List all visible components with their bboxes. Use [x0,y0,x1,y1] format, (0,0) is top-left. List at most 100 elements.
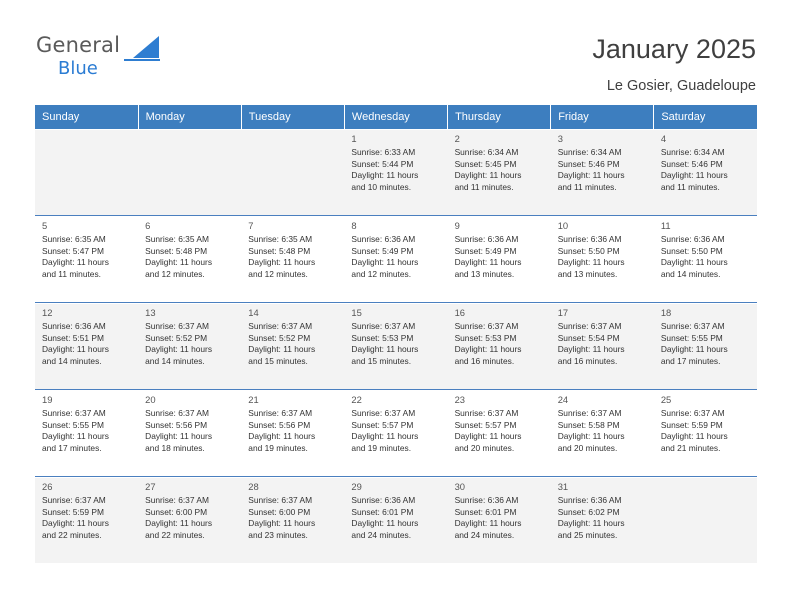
daylight-text-line1: Daylight: 11 hours [42,257,109,268]
daylight-text-line1: Daylight: 11 hours [145,431,213,442]
day-number: 10 [557,220,569,231]
logo-underline [124,59,160,61]
weekday-header-tuesday: Tuesday [241,105,345,130]
calendar-cell: 30 Sunrise: 6:36 AM Sunset: 6:01 PM Dayl… [447,477,551,563]
calendar-week-row: 26 Sunrise: 6:37 AM Sunset: 5:59 PM Dayl… [35,477,757,563]
daylight-text-line2: and 14 minutes. [660,268,721,279]
day-info: Sunrise: 6:37 AM Sunset: 5:56 PM Dayligh… [145,408,235,454]
day-number: 9 [454,220,460,231]
calendar-cell: 10 Sunrise: 6:36 AM Sunset: 5:50 PM Dayl… [550,216,654,303]
sunrise-text: Sunrise: 6:36 AM [351,495,416,505]
sunset-text: Sunset: 5:59 PM [660,419,723,430]
sunrise-text: Sunrise: 6:37 AM [351,408,416,418]
sunset-text: Sunset: 5:46 PM [557,158,620,169]
daylight-text-line1: Daylight: 11 hours [351,518,419,529]
day-info: Sunrise: 6:37 AM Sunset: 5:57 PM Dayligh… [455,408,545,454]
sunset-text: Sunset: 5:57 PM [454,419,517,430]
day-number: 25 [660,394,672,405]
day-number: 21 [248,394,259,405]
day-number: 16 [454,307,465,318]
calendar-week-row: 5 Sunrise: 6:35 AM Sunset: 5:47 PM Dayli… [35,216,757,303]
daylight-text-line2: and 17 minutes. [660,355,721,366]
daylight-text-line1: Daylight: 11 hours [454,431,522,442]
calendar-cell: 23 Sunrise: 6:37 AM Sunset: 5:57 PM Dayl… [447,390,551,477]
page-title: January 2025 [592,34,756,64]
daylight-text-line2: and 20 minutes. [454,442,515,453]
calendar-cell [138,129,242,216]
day-info: Sunrise: 6:37 AM Sunset: 5:53 PM Dayligh… [455,321,545,367]
day-number: 14 [248,307,259,318]
daylight-text-line1: Daylight: 11 hours [557,431,625,442]
calendar-cell: 8 Sunrise: 6:36 AM Sunset: 5:49 PM Dayli… [344,216,448,303]
sunrise-text: Sunrise: 6:37 AM [248,495,313,505]
daylight-text-line2: and 16 minutes. [557,355,618,366]
calendar-cell: 25 Sunrise: 6:37 AM Sunset: 5:59 PM Dayl… [653,390,757,477]
sunset-text: Sunset: 5:45 PM [454,158,517,169]
day-number: 12 [42,307,53,318]
sunrise-text: Sunrise: 6:37 AM [454,321,519,331]
sunrise-text: Sunrise: 6:36 AM [454,234,519,244]
calendar-cell: 11 Sunrise: 6:36 AM Sunset: 5:50 PM Dayl… [653,216,757,303]
daylight-text-line2: and 25 minutes. [557,529,618,540]
calendar-cell [653,477,757,563]
daylight-text-line1: Daylight: 11 hours [660,431,728,442]
daylight-text-line1: Daylight: 11 hours [351,431,419,442]
day-info: Sunrise: 6:36 AM Sunset: 6:01 PM Dayligh… [351,495,441,541]
calendar-cell: 3 Sunrise: 6:34 AM Sunset: 5:46 PM Dayli… [550,129,654,216]
logo-text-general: General [36,33,121,57]
page-subtitle-location: Le Gosier, Guadeloupe [606,78,756,94]
sunset-text: Sunset: 5:55 PM [42,419,104,430]
daylight-text-line2: and 22 minutes. [145,529,205,540]
day-number: 26 [42,481,53,492]
daylight-text-line2: and 11 minutes. [454,181,514,192]
sunrise-text: Sunrise: 6:35 AM [248,234,313,244]
weekday-header-saturday: Saturday [653,105,757,130]
sunrise-text: Sunrise: 6:37 AM [660,408,725,418]
calendar-cell: 31 Sunrise: 6:36 AM Sunset: 6:02 PM Dayl… [550,477,654,563]
day-info: Sunrise: 6:34 AM Sunset: 5:46 PM Dayligh… [558,147,648,193]
sunrise-text: Sunrise: 6:37 AM [145,495,209,505]
sunset-text: Sunset: 5:46 PM [660,158,723,169]
daylight-text-line1: Daylight: 11 hours [145,518,213,529]
calendar-body: 1 Sunrise: 6:33 AM Sunset: 5:44 PM Dayli… [35,129,757,563]
calendar-cell: 24 Sunrise: 6:37 AM Sunset: 5:58 PM Dayl… [550,390,654,477]
calendar-cell: 29 Sunrise: 6:36 AM Sunset: 6:01 PM Dayl… [344,477,448,563]
logo-triangle-icon [133,36,159,58]
daylight-text-line2: and 15 minutes. [248,355,308,366]
calendar-cell: 16 Sunrise: 6:37 AM Sunset: 5:53 PM Dayl… [447,303,551,390]
sunset-text: Sunset: 5:53 PM [454,332,517,343]
day-info: Sunrise: 6:36 AM Sunset: 5:49 PM Dayligh… [455,234,545,280]
weekday-header-thursday: Thursday [447,105,552,130]
day-info: Sunrise: 6:34 AM Sunset: 5:45 PM Dayligh… [455,147,545,193]
sunset-text: Sunset: 5:53 PM [351,332,414,343]
day-number: 13 [145,307,156,318]
day-number: 27 [145,481,156,492]
daylight-text-line2: and 10 minutes. [351,181,412,192]
day-info: Sunrise: 6:36 AM Sunset: 5:49 PM Dayligh… [351,234,441,280]
day-info: Sunrise: 6:37 AM Sunset: 5:56 PM Dayligh… [248,408,338,454]
sunset-text: Sunset: 6:02 PM [557,506,620,517]
sunset-text: Sunset: 5:48 PM [145,245,208,256]
sunset-text: Sunset: 5:49 PM [454,245,517,256]
calendar-cell [35,129,139,216]
day-number: 2 [454,133,460,144]
day-info: Sunrise: 6:35 AM Sunset: 5:48 PM Dayligh… [248,234,338,280]
sunrise-text: Sunrise: 6:36 AM [42,321,106,331]
daylight-text-line2: and 12 minutes. [145,268,205,279]
daylight-text-line2: and 16 minutes. [454,355,515,366]
daylight-text-line1: Daylight: 11 hours [248,518,316,529]
day-number: 4 [660,133,667,144]
day-number: 5 [42,220,48,231]
calendar-cell: 1 Sunrise: 6:33 AM Sunset: 5:44 PM Dayli… [344,129,448,216]
daylight-text-line2: and 19 minutes. [351,442,412,453]
daylight-text-line1: Daylight: 11 hours [145,257,213,268]
daylight-text-line2: and 13 minutes. [557,268,618,279]
day-info: Sunrise: 6:37 AM Sunset: 5:52 PM Dayligh… [145,321,235,367]
day-info: Sunrise: 6:35 AM Sunset: 5:48 PM Dayligh… [145,234,235,280]
calendar-cell: 2 Sunrise: 6:34 AM Sunset: 5:45 PM Dayli… [447,129,551,216]
day-info: Sunrise: 6:37 AM Sunset: 5:59 PM Dayligh… [661,408,751,454]
sunset-text: Sunset: 5:55 PM [660,332,723,343]
daylight-text-line2: and 12 minutes. [248,268,308,279]
daylight-text-line1: Daylight: 11 hours [248,344,316,355]
day-number: 22 [351,394,362,405]
